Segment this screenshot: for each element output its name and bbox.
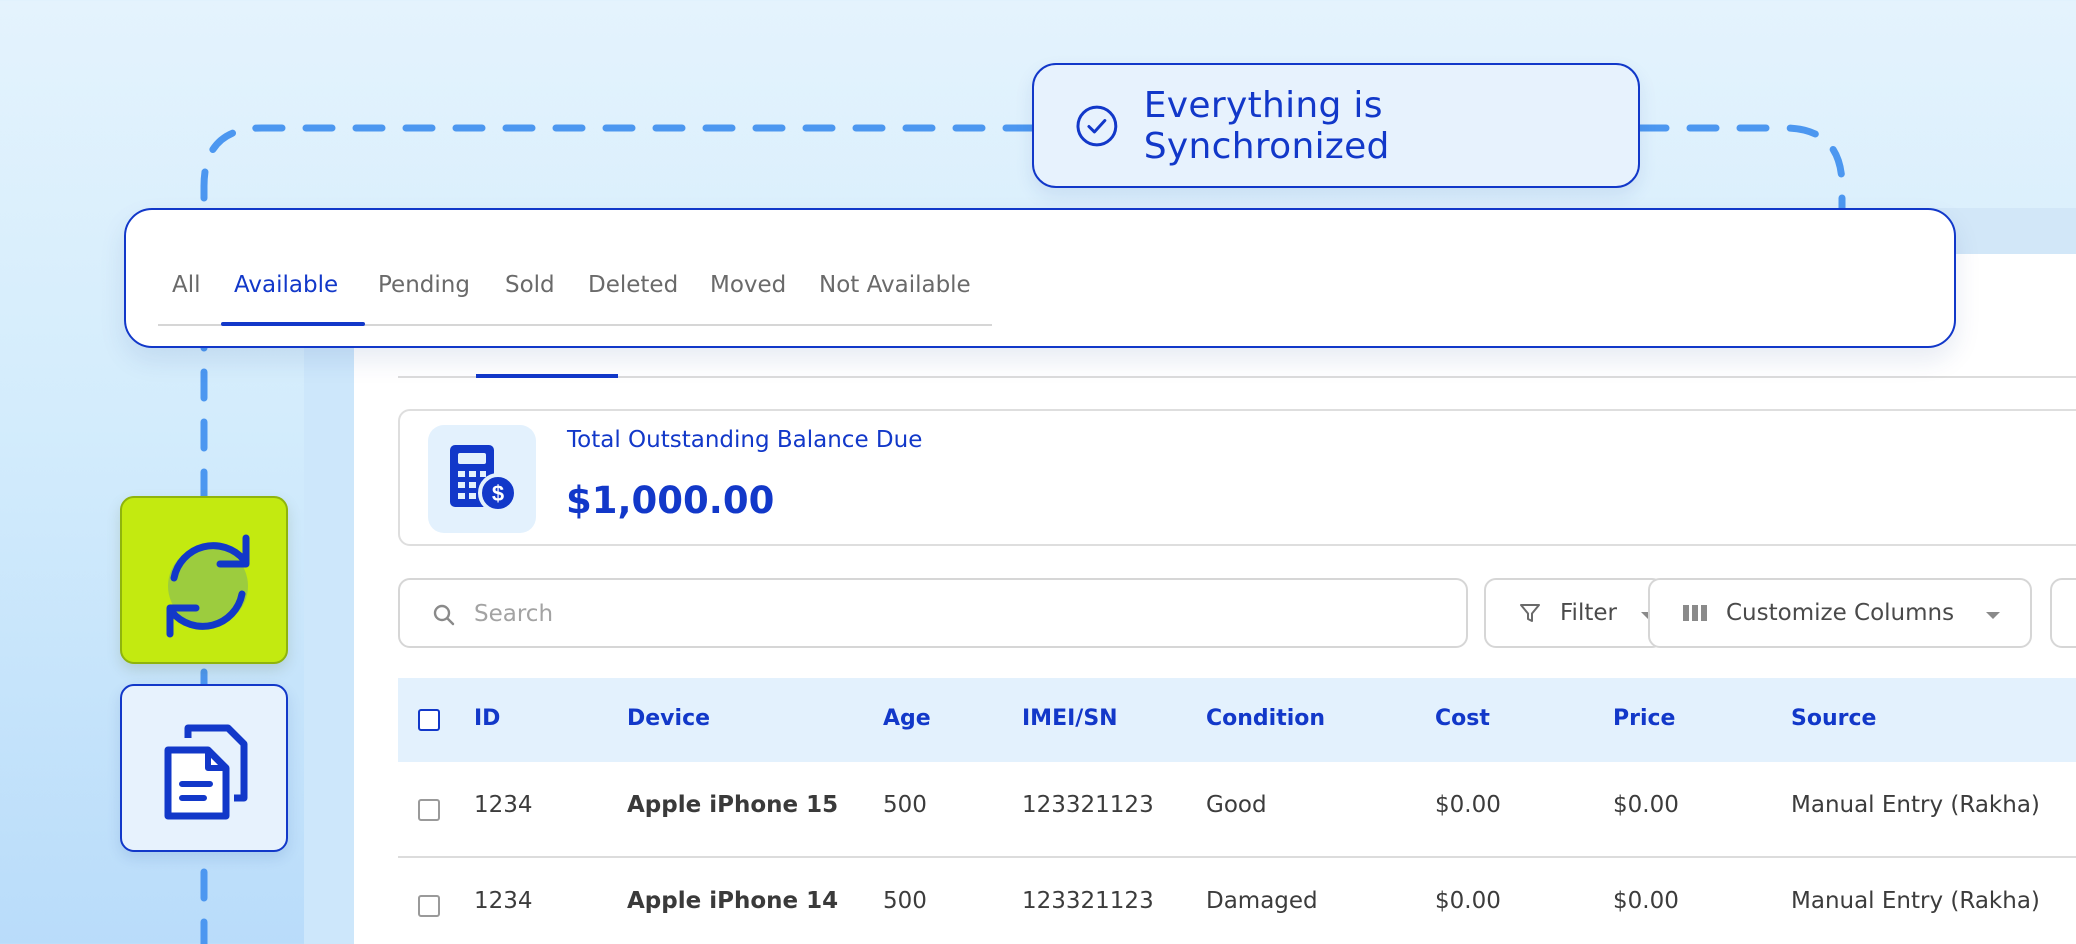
table-row[interactable]: 1234 Apple iPhone 15 500 123321123 Good … <box>398 762 2076 858</box>
tab-pending[interactable]: Pending <box>378 272 470 298</box>
calculator-dollar-icon: $ <box>428 425 536 533</box>
cell-cost: $0.00 <box>1435 888 1501 914</box>
cell-device: Apple iPhone 15 <box>627 792 839 818</box>
select-all-checkbox[interactable] <box>418 709 440 731</box>
check-circle-icon <box>1076 105 1118 146</box>
status-tabs: All Available Pending Sold Deleted Moved… <box>158 266 992 326</box>
status-tabs-card: All Available Pending Sold Deleted Moved… <box>124 208 1956 348</box>
sync-status-message: Everything is Synchronized <box>1143 84 1390 167</box>
filter-label: Filter <box>1560 600 1617 626</box>
secondary-tab-active-indicator <box>476 374 618 378</box>
cell-cost: $0.00 <box>1435 792 1501 818</box>
active-tab-indicator <box>221 322 365 326</box>
search-icon <box>433 604 455 626</box>
customize-columns-button[interactable]: Customize Columns <box>1648 578 2032 648</box>
column-header-id[interactable]: ID <box>474 706 500 731</box>
sync-icon <box>166 534 250 638</box>
balance-label: Total Outstanding Balance Due <box>567 427 923 453</box>
cell-age: 500 <box>883 888 927 914</box>
cell-age: 500 <box>883 792 927 818</box>
documents-button[interactable] <box>120 684 288 852</box>
column-header-price[interactable]: Price <box>1613 706 1675 731</box>
cell-source: Manual Entry (Rakha) <box>1791 888 2040 914</box>
tab-all[interactable]: All <box>172 272 201 298</box>
cell-device: Apple iPhone 14 <box>627 888 839 914</box>
tab-sold[interactable]: Sold <box>505 272 555 298</box>
documents-icon <box>164 724 248 820</box>
svg-text:$: $ <box>492 481 504 506</box>
sync-button[interactable] <box>120 496 288 664</box>
table-header: ID Device Age IMEI/SN Condition Cost Pri… <box>398 678 2076 762</box>
column-header-device[interactable]: Device <box>627 706 710 731</box>
secondary-tabs-divider <box>398 376 2076 378</box>
balance-card: $ Total Outstanding Balance Due $1,000.0… <box>398 409 2076 546</box>
cell-condition: Damaged <box>1206 888 1318 914</box>
cell-id: 1234 <box>474 888 533 914</box>
tab-moved[interactable]: Moved <box>710 272 786 298</box>
column-header-cost[interactable]: Cost <box>1435 706 1490 731</box>
balance-amount: $1,000.00 <box>566 479 775 522</box>
row-checkbox[interactable] <box>418 799 440 821</box>
column-header-imei[interactable]: IMEI/SN <box>1022 706 1118 731</box>
tab-available[interactable]: Available <box>234 272 338 298</box>
table-row[interactable]: 1234 Apple iPhone 14 500 123321123 Damag… <box>398 858 2076 944</box>
cell-condition: Good <box>1206 792 1267 818</box>
cell-price: $0.00 <box>1613 888 1679 914</box>
cell-imei: 123321123 <box>1022 792 1154 818</box>
row-checkbox[interactable] <box>418 895 440 917</box>
tab-deleted[interactable]: Deleted <box>588 272 678 298</box>
chevron-down-icon <box>1986 612 2000 619</box>
column-header-age[interactable]: Age <box>883 706 931 731</box>
cell-price: $0.00 <box>1613 792 1679 818</box>
customize-columns-label: Customize Columns <box>1726 600 1955 626</box>
tab-not-available[interactable]: Not Available <box>819 272 971 298</box>
cell-source: Manual Entry (Rakha) <box>1791 792 2040 818</box>
filter-icon <box>1520 604 1540 622</box>
column-header-condition[interactable]: Condition <box>1206 706 1325 731</box>
sync-status-toast: Everything is Synchronized <box>1032 63 1640 188</box>
cell-id: 1234 <box>474 792 533 818</box>
search-input[interactable] <box>474 594 1434 634</box>
search-box[interactable] <box>398 578 1468 648</box>
columns-icon <box>1683 605 1707 621</box>
filter-button[interactable]: Filter <box>1484 578 1664 648</box>
column-header-source[interactable]: Source <box>1791 706 1876 731</box>
cell-imei: 123321123 <box>1022 888 1154 914</box>
more-toolbar-button[interactable] <box>2050 578 2076 648</box>
